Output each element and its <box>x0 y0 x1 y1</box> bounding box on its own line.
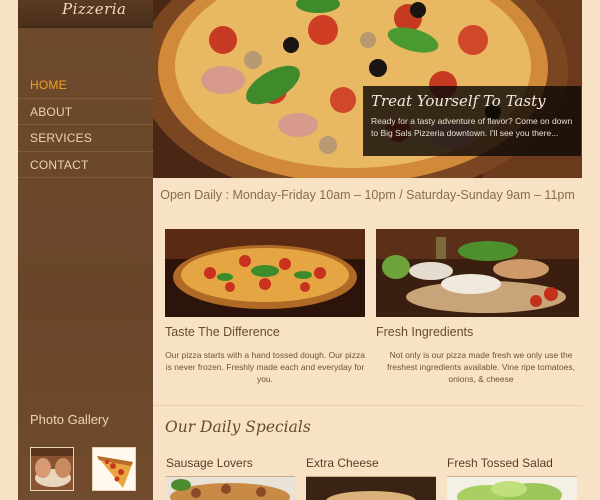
special-fresh-tossed-salad[interactable]: Fresh Tossed Salad <box>447 456 553 470</box>
salad-photo <box>447 477 577 500</box>
nav-item-contact[interactable]: CONTACT <box>18 152 153 178</box>
opening-hours: Open Daily : Monday-Friday 10am – 10pm /… <box>160 188 575 202</box>
nav-item-home[interactable]: HOME <box>18 72 153 99</box>
feature-taste-image <box>165 229 365 317</box>
feature-ingredients-text: Not only is our pizza made fresh we only… <box>387 350 575 384</box>
hero-banner: Treat Yourself To Tasty Ready for a tast… <box>153 0 582 178</box>
feature-ingredients: Fresh Ingredients Not only is our pizza … <box>376 229 583 385</box>
special-sausage-image[interactable] <box>166 476 295 500</box>
pizza-slice-image <box>93 448 135 490</box>
feature-taste-title: Taste The Difference <box>165 325 280 339</box>
pizza-photo <box>165 229 365 317</box>
daily-specials-title: Our Daily Specials <box>165 418 311 436</box>
special-sausage-lovers[interactable]: Sausage Lovers <box>166 456 253 470</box>
special-cheese-image[interactable] <box>306 476 436 500</box>
logo-bar[interactable]: Pizzeria <box>18 0 153 28</box>
sidebar: Pizzeria HOME ABOUT SERVICES CONTACT Pho… <box>18 0 153 500</box>
special-extra-cheese[interactable]: Extra Cheese <box>306 456 379 470</box>
feature-ingredients-title: Fresh Ingredients <box>376 325 474 339</box>
cheese-pizza-photo <box>306 477 436 500</box>
main-nav: HOME ABOUT SERVICES CONTACT <box>18 72 153 178</box>
gallery-thumb-dough[interactable] <box>30 447 74 491</box>
special-salad-image[interactable] <box>447 476 577 500</box>
feature-taste: Taste The Difference Our pizza starts wi… <box>165 229 365 385</box>
hero-caption: Treat Yourself To Tasty Ready for a tast… <box>363 86 581 156</box>
feature-ingredients-image <box>376 229 579 317</box>
feature-taste-text: Our pizza starts with a hand tossed doug… <box>165 350 365 384</box>
hero-caption-text: Ready for a tasty adventure of flavor? C… <box>371 116 573 138</box>
site-logo[interactable]: Pizzeria <box>62 0 126 18</box>
nav-item-about[interactable]: ABOUT <box>18 99 153 125</box>
hero-caption-title: Treat Yourself To Tasty <box>371 92 546 110</box>
sausage-pizza-photo <box>166 477 295 500</box>
ingredients-photo <box>376 229 579 317</box>
gallery-thumb-slice[interactable] <box>92 447 136 491</box>
photo-gallery-title: Photo Gallery <box>30 412 109 427</box>
nav-item-services[interactable]: SERVICES <box>18 125 153 152</box>
dough-hands-image <box>31 448 73 490</box>
section-divider <box>153 405 582 406</box>
